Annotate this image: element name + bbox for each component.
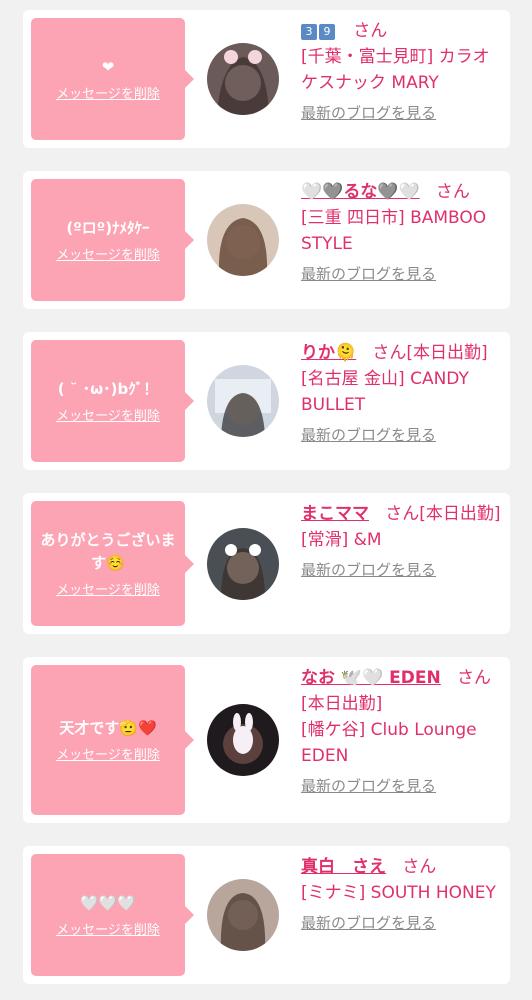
status-badge: [本日出勤] xyxy=(419,504,501,524)
shop-name[interactable]: [千葉・富士見町] カラオケスナック MARY xyxy=(301,44,506,96)
message-bubble: (ºロº)ﾅﾒﾀｹｰ メッセージを削除 xyxy=(31,179,194,301)
message-text: ありがとうございます☺️ xyxy=(40,531,176,572)
avatar[interactable] xyxy=(207,528,279,600)
message-bubble: ありがとうございます☺️ メッセージを削除 xyxy=(31,501,194,626)
delete-message-link[interactable]: メッセージを削除 xyxy=(56,919,160,938)
shop-name[interactable]: [名古屋 金山] CANDY BULLET xyxy=(301,366,506,418)
sender-name[interactable]: りか🫠 xyxy=(301,343,356,363)
shop-name[interactable]: [幡ケ谷] Club Lounge EDEN xyxy=(301,717,506,769)
latest-blog-link[interactable]: 最新のブログを見る xyxy=(301,100,436,126)
sender-name[interactable]: 真白 さえ xyxy=(301,857,386,877)
shop-name[interactable]: [ミナミ] SOUTH HONEY xyxy=(301,880,506,906)
latest-blog-link[interactable]: 最新のブログを見る xyxy=(301,422,436,448)
delete-message-link[interactable]: メッセージを削除 xyxy=(56,405,160,424)
delete-message-link[interactable]: メッセージを削除 xyxy=(56,579,160,598)
honorific: さん xyxy=(385,504,420,524)
message-bubble: ❤ メッセージを削除 xyxy=(31,18,194,140)
avatar[interactable] xyxy=(207,204,279,276)
honorific: さん xyxy=(435,182,470,202)
avatar[interactable] xyxy=(207,704,279,776)
delete-message-link[interactable]: メッセージを削除 xyxy=(56,244,160,263)
sender-info: まこママ さん[本日出勤] [常滑] &M 最新のブログを見る xyxy=(301,501,506,583)
message-bubble: 天才です🫡❤️ メッセージを削除 xyxy=(31,665,194,815)
status-badge: [本日出勤] xyxy=(301,694,383,714)
message-card: 天才です🫡❤️ メッセージを削除 なお 🕊️🤍 EDEN さん [本日出勤] [… xyxy=(23,657,510,823)
honorific: さん xyxy=(402,857,437,877)
honorific: さん xyxy=(372,343,407,363)
honorific: さん xyxy=(353,21,388,41)
name-number-icon: 39 xyxy=(301,21,337,41)
latest-blog-link[interactable]: 最新のブログを見る xyxy=(301,910,436,936)
sender-info: なお 🕊️🤍 EDEN さん [本日出勤] [幡ケ谷] Club Lounge … xyxy=(301,665,506,799)
sender-info: 🤍🩶るな🩶🤍 さん [三重 四日市] BAMBOO STYLE 最新のブログを見… xyxy=(301,179,506,287)
shop-name[interactable]: [三重 四日市] BAMBOO STYLE xyxy=(301,205,506,257)
sender-info: 真白 さえ さん [ミナミ] SOUTH HONEY 最新のブログを見る xyxy=(301,854,506,936)
latest-blog-link[interactable]: 最新のブログを見る xyxy=(301,261,436,287)
sender-info: 39 さん [千葉・富士見町] カラオケスナック MARY 最新のブログを見る xyxy=(301,18,506,126)
sender-name[interactable]: まこママ xyxy=(301,504,369,524)
message-card: ( ˘ ･ω･)bｸﾞ！ メッセージを削除 りか🫠 さん[本日出勤] [名古屋 … xyxy=(23,332,510,470)
delete-message-link[interactable]: メッセージを削除 xyxy=(56,83,160,102)
avatar[interactable] xyxy=(207,365,279,437)
latest-blog-link[interactable]: 最新のブログを見る xyxy=(301,557,436,583)
message-bubble: ( ˘ ･ω･)bｸﾞ！ メッセージを削除 xyxy=(31,340,194,462)
message-card: ❤ メッセージを削除 39 さん [千葉・富士見町] カラオケスナック MARY… xyxy=(23,10,510,148)
sender-name[interactable]: なお 🕊️🤍 EDEN xyxy=(301,668,441,688)
message-text: 天才です🫡❤️ xyxy=(59,719,157,737)
status-badge: [本日出勤] xyxy=(406,343,488,363)
message-card: ありがとうございます☺️ メッセージを削除 まこママ さん[本日出勤] [常滑]… xyxy=(23,493,510,634)
message-card: 🤍🤍🤍 メッセージを削除 真白 さえ さん [ミナミ] SOUTH HONEY … xyxy=(23,846,510,984)
message-card: (ºロº)ﾅﾒﾀｹｰ メッセージを削除 🤍🩶るな🩶🤍 さん [三重 四日市] B… xyxy=(23,171,510,309)
honorific: さん xyxy=(456,668,491,688)
message-bubble: 🤍🤍🤍 メッセージを削除 xyxy=(31,854,194,976)
shop-name[interactable]: [常滑] &M xyxy=(301,527,506,553)
latest-blog-link[interactable]: 最新のブログを見る xyxy=(301,773,436,799)
message-text: 🤍🤍🤍 xyxy=(79,894,137,912)
avatar[interactable] xyxy=(207,879,279,951)
sender-info: りか🫠 さん[本日出勤] [名古屋 金山] CANDY BULLET 最新のブロ… xyxy=(301,340,506,448)
message-text: (ºロº)ﾅﾒﾀｹｰ xyxy=(66,219,150,237)
avatar[interactable] xyxy=(207,43,279,115)
message-text: ❤ xyxy=(101,58,115,76)
delete-message-link[interactable]: メッセージを削除 xyxy=(56,744,160,763)
message-text: ( ˘ ･ω･)bｸﾞ！ xyxy=(57,380,159,398)
sender-name[interactable]: 🤍🩶るな🩶🤍 xyxy=(301,182,420,202)
